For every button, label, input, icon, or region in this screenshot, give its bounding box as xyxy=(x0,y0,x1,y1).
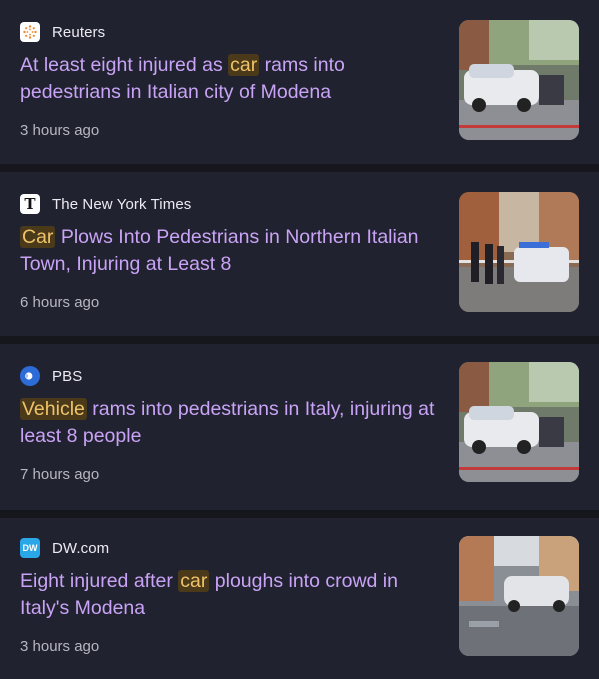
article-thumbnail[interactable] xyxy=(459,192,579,312)
source-row: Reuters xyxy=(20,22,105,42)
article-thumbnail[interactable] xyxy=(459,362,579,482)
keyword-highlight: car xyxy=(178,570,210,592)
timestamp: 3 hours ago xyxy=(20,638,100,655)
source-row: PBS xyxy=(20,366,82,386)
timestamp: 6 hours ago xyxy=(20,294,100,311)
source-row: T The New York Times xyxy=(20,194,191,214)
article-thumbnail[interactable] xyxy=(459,20,579,140)
keyword-highlight: Vehicle xyxy=(20,398,87,420)
headline-text: Eight injured after xyxy=(20,570,179,592)
source-name: DW.com xyxy=(52,539,110,557)
keyword-highlight: car xyxy=(228,54,260,76)
timestamp: 3 hours ago xyxy=(20,122,100,139)
headline-text: At least eight injured as xyxy=(20,54,229,76)
source-name: The New York Times xyxy=(52,195,192,213)
headline-link[interactable]: Eight injured after car ploughs into cro… xyxy=(20,568,440,622)
article-thumbnail[interactable] xyxy=(459,536,579,656)
news-card[interactable]: Reuters At least eight injured as car ra… xyxy=(0,0,599,164)
dw-logo-icon: DW xyxy=(20,538,40,558)
headline-link[interactable]: At least eight injured as car rams into … xyxy=(20,52,440,106)
news-card[interactable]: PBS Vehicle rams into pedestrians in Ita… xyxy=(0,344,599,510)
headline-text: Plows Into Pedestrians in Northern Itali… xyxy=(20,226,419,275)
news-feed: Reuters At least eight injured as car ra… xyxy=(0,0,599,679)
reuters-logo-icon xyxy=(20,22,40,42)
timestamp: 7 hours ago xyxy=(20,466,100,483)
headline-link[interactable]: Vehicle rams into pedestrians in Italy, … xyxy=(20,396,440,450)
headline-link[interactable]: Car Plows Into Pedestrians in Northern I… xyxy=(20,224,440,278)
news-card[interactable]: T The New York Times Car Plows Into Pede… xyxy=(0,172,599,336)
source-name: Reuters xyxy=(52,23,106,41)
source-row: DW DW.com xyxy=(20,538,109,558)
keyword-highlight: Car xyxy=(20,226,56,248)
nyt-logo-icon: T xyxy=(20,194,40,214)
pbs-logo-icon xyxy=(20,366,40,386)
news-card[interactable]: DW DW.com Eight injured after car plough… xyxy=(0,518,599,679)
source-name: PBS xyxy=(52,367,83,385)
